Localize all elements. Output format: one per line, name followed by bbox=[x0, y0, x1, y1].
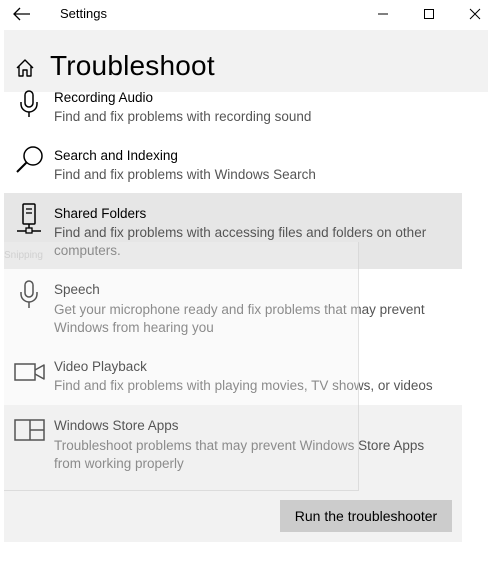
list-item-windows-store-apps[interactable]: Windows Store Apps Troubleshoot problems… bbox=[4, 416, 462, 476]
item-description: Find and fix problems with accessing fil… bbox=[54, 225, 427, 258]
maximize-button[interactable] bbox=[406, 0, 452, 28]
search-icon bbox=[14, 144, 46, 176]
item-description: Find and fix problems with recording sou… bbox=[54, 109, 312, 124]
item-name: Shared Folders bbox=[54, 206, 147, 221]
close-icon bbox=[469, 8, 481, 20]
item-name: Recording Audio bbox=[54, 90, 154, 105]
item-name: Video Playback bbox=[54, 359, 147, 374]
item-description: Troubleshoot problems that may prevent W… bbox=[54, 438, 425, 471]
minimize-icon bbox=[378, 13, 388, 15]
title-bar: Settings bbox=[0, 0, 491, 30]
list-item-speech[interactable]: Speech Get your microphone ready and fix… bbox=[4, 280, 462, 344]
store-apps-icon bbox=[14, 416, 46, 448]
network-drive-icon bbox=[14, 203, 46, 235]
home-icon[interactable] bbox=[14, 57, 36, 79]
window-title: Settings bbox=[60, 6, 107, 21]
page-title: Troubleshoot bbox=[50, 50, 215, 81]
item-name: Speech bbox=[54, 282, 100, 297]
list-item-video-playback[interactable]: Video Playback Find and fix problems wit… bbox=[4, 358, 462, 404]
maximize-icon bbox=[424, 9, 434, 19]
page-header: Troubleshoot bbox=[4, 30, 488, 92]
list-item-search-indexing[interactable]: Search and Indexing Find and fix problem… bbox=[4, 144, 462, 192]
list-item-shared-folders[interactable]: Shared Folders Find and fix problems wit… bbox=[4, 193, 462, 269]
item-name: Search and Indexing bbox=[54, 148, 178, 163]
item-description: Find and fix problems with Windows Searc… bbox=[54, 167, 316, 182]
microphone-icon bbox=[14, 90, 46, 122]
item-description: Get your microphone ready and fix proble… bbox=[54, 302, 425, 335]
item-description: Find and fix problems with playing movie… bbox=[54, 378, 433, 393]
minimize-button[interactable] bbox=[360, 0, 406, 28]
microphone-icon bbox=[14, 280, 46, 312]
run-troubleshooter-button[interactable]: Run the troubleshooter bbox=[280, 500, 452, 532]
list-item-recording-audio[interactable]: Recording Audio Find and fix problems wi… bbox=[4, 88, 462, 146]
video-camera-icon bbox=[14, 358, 46, 390]
close-button[interactable] bbox=[452, 0, 491, 28]
item-name: Windows Store Apps bbox=[54, 418, 179, 433]
back-arrow-icon[interactable] bbox=[10, 4, 34, 24]
